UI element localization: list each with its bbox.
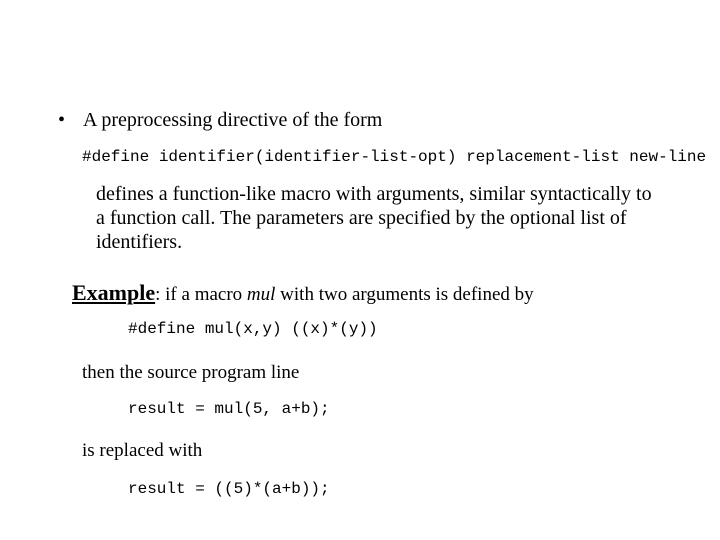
slide: • A preprocessing directive of the form … xyxy=(0,0,720,540)
bullet-text: A preprocessing directive of the form xyxy=(83,108,382,132)
bullet-marker: • xyxy=(58,108,65,132)
code-call-line: result = mul(5, a+b); xyxy=(128,400,330,418)
bullet-item: • A preprocessing directive of the form xyxy=(58,108,382,132)
example-prefix: if a macro xyxy=(165,284,247,305)
code-result-line: result = ((5)*(a+b)); xyxy=(128,480,330,498)
example-colon: : xyxy=(155,284,165,305)
example-label: Example xyxy=(72,280,155,305)
replaced-line: is replaced with xyxy=(82,440,202,462)
then-line: then the source program line xyxy=(82,362,299,384)
definition-paragraph: defines a function-like macro with argum… xyxy=(96,182,656,254)
example-macro-name: mul xyxy=(247,284,276,305)
example-suffix: with two arguments is defined by xyxy=(275,284,533,305)
example-line: Example: if a macro mul with two argumen… xyxy=(72,280,534,306)
code-define-line: #define mul(x,y) ((x)*(y)) xyxy=(128,320,378,338)
syntax-code-line: #define identifier(identifier-list-opt) … xyxy=(82,148,706,166)
